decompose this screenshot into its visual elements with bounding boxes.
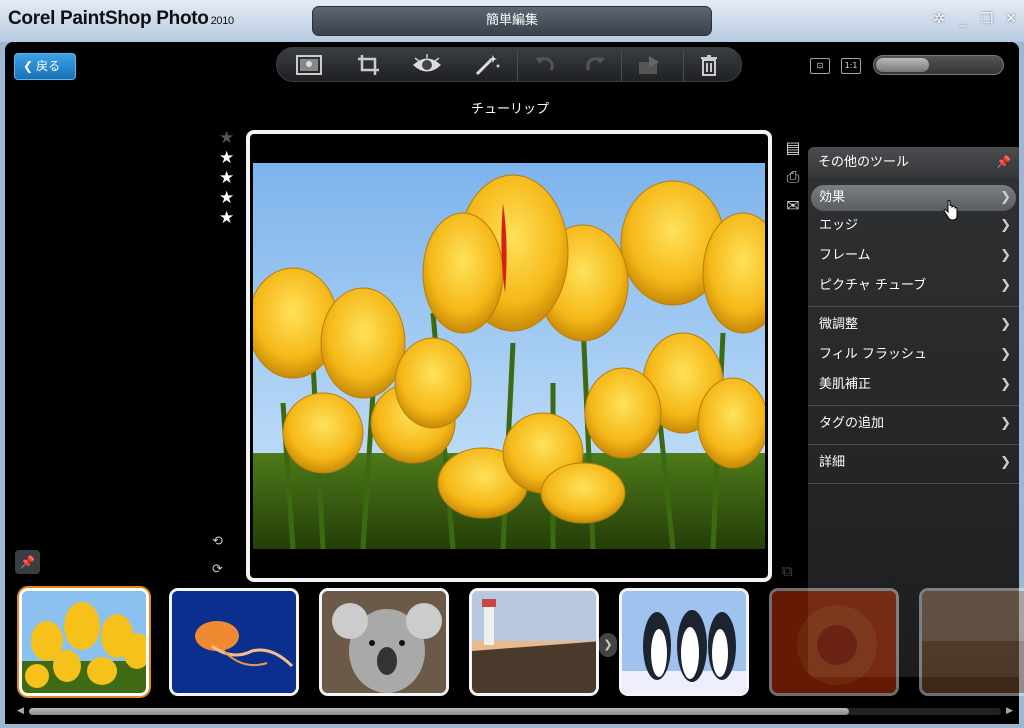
save-icon[interactable]: ▤ [782,138,804,167]
panel-title: その他のツール [818,155,910,170]
zoom-slider-fill [876,58,929,72]
rating-star-icon[interactable]: ★ [219,148,237,168]
menu-item[interactable]: ピクチャ チューブ ❯ [811,271,1016,301]
menu-item-label: エッジ [819,218,859,233]
filmstrip-next-icon[interactable]: ❯ [599,633,617,657]
rotate-left-small-icon[interactable]: ⟲ [212,534,236,562]
back-button[interactable]: ❮ 戻る [14,53,76,80]
export-icon[interactable] [631,52,667,79]
chevron-right-icon: ❯ [1000,190,1011,205]
menu-item[interactable]: エッジ ❯ [811,211,1016,241]
menu-item-label: 美肌補正 [819,377,872,392]
panel-header: その他のツール 📌 [808,147,1019,178]
window-controls: ✲ _ ❐ ✕ [930,10,1020,28]
app-year: 2010 [210,15,235,27]
rating-star-icon[interactable]: ★ [219,188,237,208]
scroll-right-icon[interactable]: ▶ [1006,706,1013,716]
menu-group: 詳細 ❯ [808,445,1019,484]
thumbnail-tulips[interactable] [19,588,149,696]
app-title-text: Corel PaintShop Photo [8,8,209,29]
title-bar: Corel PaintShop Photo 2010 簡単編集 ✲ _ ❐ ✕ [0,0,1024,42]
filmstrip-scrollbar[interactable]: ◀ ▶ [15,706,1015,716]
chevron-left-icon: ❮ [23,59,34,73]
rating-star-icon[interactable]: ★ [219,128,237,148]
email-icon[interactable]: ✉ [782,196,804,225]
zoom-slider[interactable] [873,55,1004,75]
app-title: Corel PaintShop Photo 2010 [8,8,234,30]
toolbar-divider [517,50,518,81]
photo-actions: ▤ ⎙ ✉ [782,138,804,225]
filmstrip: ❯ ◀ ▶ [5,580,1024,724]
menu-item[interactable]: 微調整 ❯ [811,310,1016,340]
pin-icon[interactable]: 📌 [996,147,1011,178]
menu-item-label: フィル フラッシュ [819,347,927,362]
edit-toolbar [276,47,742,82]
menu-item[interactable]: 効果 ❯ [811,185,1016,211]
chevron-right-icon: ❯ [1000,317,1011,332]
thumbnail-penguins[interactable] [619,588,749,696]
menu-item-label: 詳細 [819,455,846,470]
print-icon[interactable]: ⎙ [782,167,804,196]
menu-item-label: タグの追加 [819,416,885,431]
rotate-left-icon[interactable] [527,52,563,79]
hand-cursor-icon [943,200,958,221]
scroll-left-icon[interactable]: ◀ [17,706,24,716]
chevron-right-icon: ❯ [1000,278,1011,293]
menu-item[interactable]: タグの追加 ❯ [811,409,1016,439]
thumbnail-koala[interactable] [319,588,449,696]
mode-tab-quick-edit[interactable]: 簡単編集 [312,6,712,36]
view-fit-controls: ⊡ 1:1 [810,58,861,74]
rotate-right-icon[interactable] [577,52,613,79]
magic-wand-icon[interactable] [469,52,505,79]
thumbnail-desert[interactable] [919,588,1024,696]
menu-item[interactable]: 美肌補正 ❯ [811,370,1016,400]
menu-item[interactable]: フィル フラッシュ ❯ [811,340,1016,370]
toolbar-divider [683,50,684,81]
back-button-label: 戻る [36,59,61,73]
menu-item[interactable]: 詳細 ❯ [811,448,1016,478]
photo-title: チューリップ [470,102,549,117]
menu-group: タグの追加 ❯ [808,406,1019,445]
menu-item-label: 微調整 [819,317,859,332]
photo-icon[interactable] [291,52,327,79]
tools-menu: 効果 ❯ エッジ ❯ フレーム ❯ ピクチャ チューブ ❯ 微調整 ❯ フィル フラッシュ ❯ 美肌補正… [808,178,1019,484]
actual-size-icon[interactable]: 1:1 [841,58,861,74]
close-icon[interactable]: ✕ [1002,10,1020,28]
thumbnail-jellyfish[interactable] [169,588,299,696]
fit-to-window-icon[interactable]: ⊡ [810,58,830,74]
trash-icon[interactable] [691,52,727,79]
chevron-right-icon: ❯ [1000,455,1011,470]
menu-item[interactable]: フレーム ❯ [811,241,1016,271]
toolbar-divider [621,50,622,81]
compare-icon[interactable]: ⧉ [782,562,793,580]
thumbnail-lighthouse[interactable] [469,588,599,696]
main-photo [246,130,772,582]
settings-icon[interactable]: ✲ [930,10,948,28]
chevron-right-icon: ❯ [1000,248,1011,263]
pin-filmstrip-icon[interactable]: 📌 [15,550,40,574]
rating-stars: ★ ★ ★ ★ ★ [219,128,237,228]
chevron-right-icon: ❯ [1000,347,1011,362]
menu-item-label: 効果 [819,190,846,205]
crop-icon[interactable] [351,52,387,79]
rating-star-icon[interactable]: ★ [219,168,237,188]
rating-star-icon[interactable]: ★ [219,208,237,228]
menu-item-label: ピクチャ チューブ [819,278,927,293]
main-area: ❮ 戻る ⊡ 1:1 チューリップ ★ ★ ★ ★ ★ ▤ ⎙ ✉ その他のツー… [5,42,1024,724]
tulip-photo [253,163,765,549]
restore-icon[interactable]: ❐ [978,10,996,28]
minimize-icon[interactable]: _ [954,10,972,28]
chevron-right-icon: ❯ [1000,377,1011,392]
menu-group: 微調整 ❯ フィル フラッシュ ❯ 美肌補正 ❯ [808,307,1019,406]
red-eye-icon[interactable] [409,52,445,79]
menu-item-label: フレーム [819,248,871,263]
thumbnail-flower-red[interactable] [769,588,899,696]
menu-group: 効果 ❯ エッジ ❯ フレーム ❯ ピクチャ チューブ ❯ [808,178,1019,307]
chevron-right-icon: ❯ [1000,218,1011,233]
scrollbar-thumb[interactable] [29,708,849,715]
chevron-right-icon: ❯ [1000,416,1011,431]
